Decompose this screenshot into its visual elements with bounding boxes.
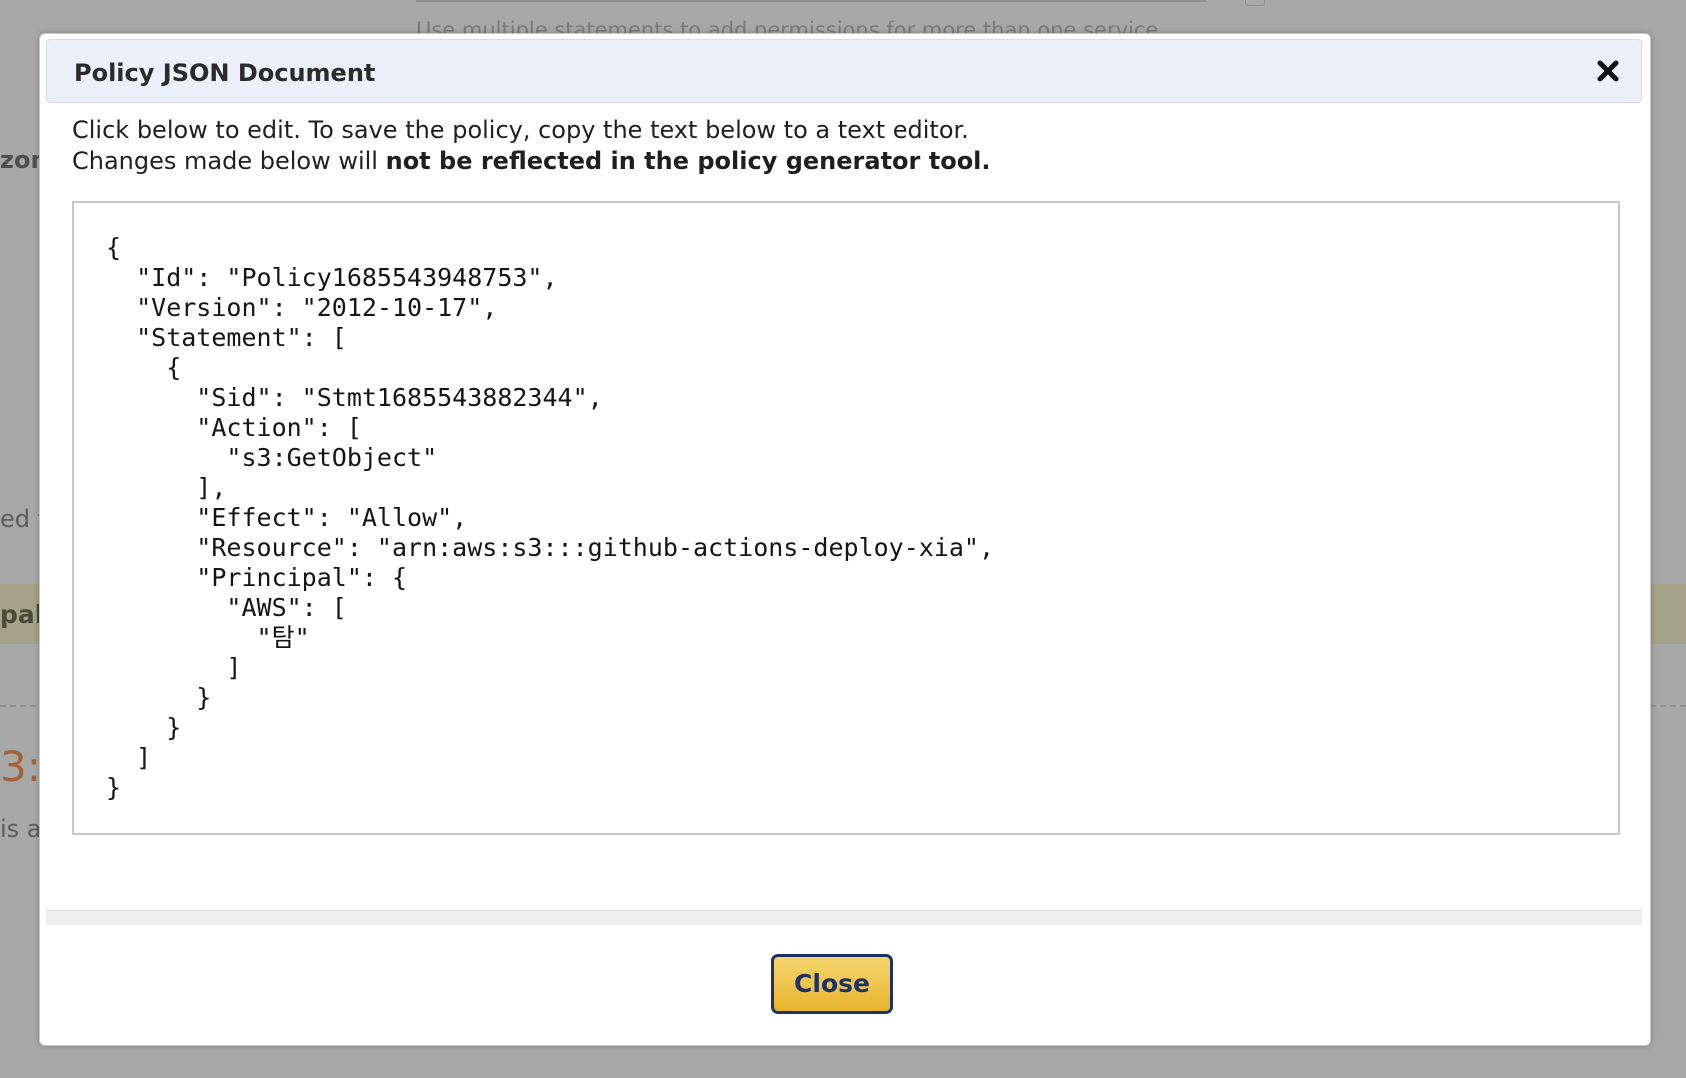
instructions-line-2: Changes made below will not be reflected… [72, 146, 991, 177]
background-step-heading: 3: [0, 742, 41, 791]
policy-json-editor[interactable]: { "Id": "Policy1685543948753", "Version"… [72, 201, 1620, 835]
background-section-heading: pal [0, 600, 44, 629]
policy-json-text[interactable]: { "Id": "Policy1685543948753", "Version"… [106, 233, 994, 803]
instructions-line-2-text: Changes made below will [72, 147, 386, 175]
close-icon[interactable] [1593, 56, 1623, 86]
instructions-warning: not be reflected in the policy generator… [385, 147, 991, 175]
dialog-instructions: Click below to edit. To save the policy,… [72, 115, 991, 177]
dialog-title: Policy JSON Document [74, 59, 376, 87]
background-checkbox [1245, 0, 1265, 6]
dialog-header: Policy JSON Document [46, 39, 1642, 103]
background-text-fragment: is a [0, 815, 42, 843]
close-icon-glyph [1597, 60, 1619, 82]
close-button[interactable]: Close [771, 954, 893, 1014]
dialog-footer-separator [46, 910, 1642, 925]
instructions-line-1: Click below to edit. To save the policy,… [72, 116, 969, 144]
policy-json-dialog: Policy JSON Document Click below to edit… [39, 33, 1651, 1046]
background-input-field [416, 0, 1206, 2]
